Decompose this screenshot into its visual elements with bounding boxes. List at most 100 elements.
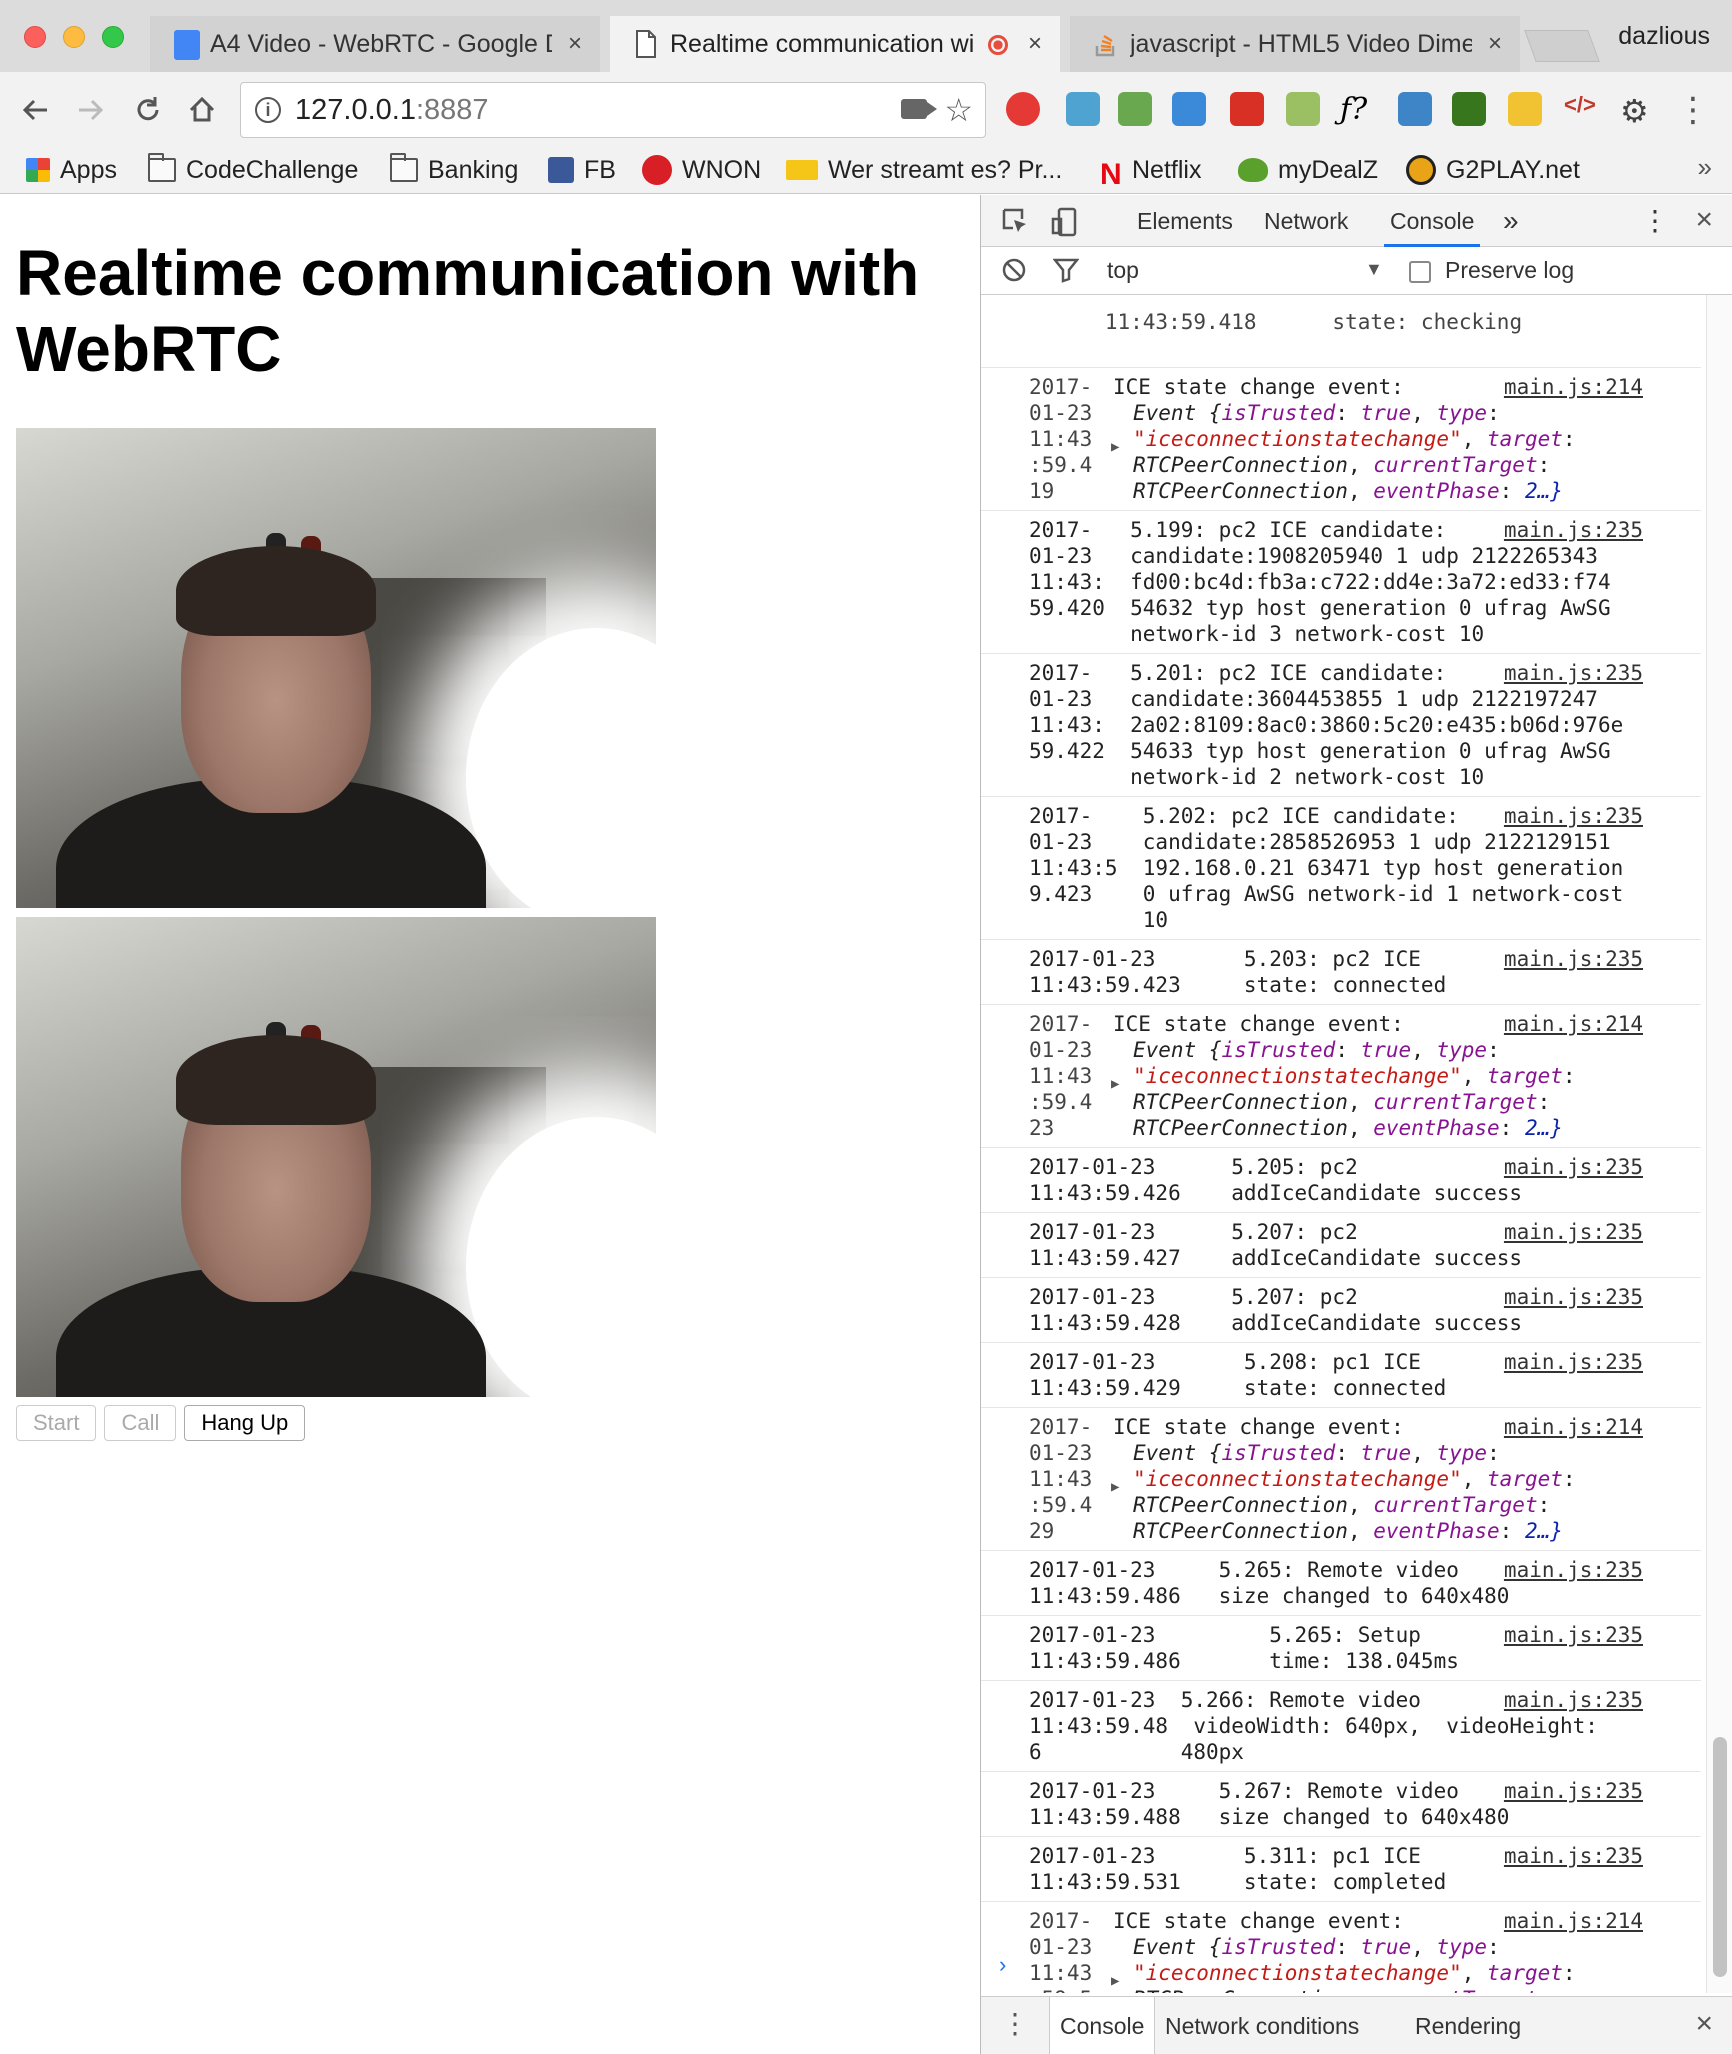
extension-badge-icon[interactable] (1066, 92, 1100, 126)
close-devtools-icon[interactable]: × (1695, 203, 1713, 237)
event-object-line[interactable]: 11:43 "iceconnectionstatechange", target: (1029, 1063, 1701, 1089)
start-button[interactable]: Start (16, 1405, 97, 1441)
message-line: 11:43:59.423 state: connected (1029, 973, 1447, 997)
bookmark-codechallenge[interactable]: CodeChallenge (148, 152, 358, 188)
profile-name[interactable]: dazlious (1618, 22, 1710, 51)
tab-console[interactable]: Console (1384, 195, 1481, 247)
source-link[interactable]: main.js:235 (1504, 1778, 1643, 1804)
source-link[interactable]: main.js:235 (1504, 1349, 1643, 1375)
bookmark-fb[interactable]: FB (548, 152, 616, 188)
url-text[interactable]: 127.0.0.1:8887 (295, 94, 489, 127)
hacker-icon[interactable] (1398, 92, 1432, 126)
info-icon[interactable]: i (255, 97, 281, 123)
drawer-tab-console[interactable]: Console (1049, 1997, 1156, 2054)
address-bar[interactable]: i 127.0.0.1:8887 ☆ (240, 82, 986, 138)
chart-ext-icon[interactable] (1452, 92, 1486, 126)
source-link[interactable]: main.js:235 (1504, 1557, 1643, 1583)
expand-triangle-icon[interactable]: ▶ (1111, 434, 1119, 460)
bookmark-g2play[interactable]: G2PLAY.net (1406, 152, 1580, 188)
source-link[interactable]: main.js:235 (1504, 803, 1643, 829)
tab-title: A4 Video - WebRTC - Google D (210, 29, 552, 58)
home-icon[interactable] (182, 90, 222, 130)
drawer-tab-network-conditions[interactable]: Network conditions (1165, 1997, 1359, 2054)
expand-triangle-icon[interactable]: ▶ (1111, 1474, 1119, 1500)
tab-javascript-video-dimensions[interactable]: javascript - HTML5 Video Dime × (1070, 16, 1520, 72)
close-icon[interactable]: × (1488, 30, 1502, 58)
source-link[interactable]: main.js:235 (1504, 1219, 1643, 1245)
tab-a4-video[interactable]: A4 Video - WebRTC - Google D × (150, 16, 600, 72)
skype-icon[interactable] (1172, 92, 1206, 126)
console-prompt-icon[interactable]: › (999, 1952, 1006, 1978)
cors-icon[interactable] (1230, 92, 1264, 126)
bookmark-mydealz[interactable]: myDealZ (1238, 152, 1378, 188)
expand-triangle-icon[interactable]: ▶ (1111, 1071, 1119, 1097)
hang-up-button[interactable]: Hang Up (184, 1405, 306, 1441)
chrome-menu-icon[interactable]: ⋮ (1676, 90, 1710, 130)
source-link[interactable]: main.js:214 (1504, 1414, 1643, 1440)
bookmarks-overflow-button[interactable]: » (1698, 152, 1712, 183)
forward-arrow-icon[interactable] (70, 90, 110, 130)
bookmark-netflix[interactable]: N Netflix (1100, 152, 1201, 192)
dropdown-arrow-icon[interactable]: ▼ (1365, 259, 1383, 280)
source-link[interactable]: main.js:235 (1504, 1284, 1643, 1310)
timestamp: 01-23 (1029, 1441, 1093, 1465)
reload-icon[interactable] (128, 90, 168, 130)
new-tab-button[interactable] (1524, 30, 1600, 62)
bookmark-wer-streamt-es[interactable]: Wer streamt es? Pr... (786, 152, 1062, 188)
punctuation: : (1562, 1467, 1576, 1491)
gear-icon[interactable]: ⚙ (1620, 92, 1654, 129)
tab-title: javascript - HTML5 Video Dime (1130, 29, 1472, 58)
code-icon[interactable]: </> (1564, 92, 1598, 126)
close-icon[interactable]: × (568, 30, 582, 58)
back-arrow-icon[interactable] (16, 90, 56, 130)
call-button[interactable]: Call (104, 1405, 177, 1441)
console-scrollbar[interactable] (1706, 295, 1732, 1993)
google-keep-icon[interactable] (1508, 92, 1542, 126)
more-tabs-icon[interactable]: » (1503, 195, 1519, 247)
source-link[interactable]: main.js:235 (1504, 1843, 1643, 1869)
preserve-log-checkbox[interactable] (1409, 261, 1431, 283)
tab-network[interactable]: Network (1264, 195, 1348, 247)
notes-icon[interactable] (1286, 92, 1320, 126)
clear-console-icon[interactable] (1001, 257, 1029, 285)
source-link[interactable]: main.js:235 (1504, 1687, 1643, 1713)
maximize-window-button[interactable] (102, 26, 124, 48)
bookmarks-bar: Apps CodeChallenge Banking FB WNON Wer s… (0, 148, 1732, 194)
event-object-line: 19 RTCPeerConnection, eventPhase: 2…} (1029, 478, 1701, 504)
source-link[interactable]: main.js:214 (1504, 1908, 1643, 1934)
bookmark-banking[interactable]: Banking (390, 152, 518, 188)
function-icon[interactable]: ƒ? (1340, 92, 1374, 127)
event-object-line[interactable]: 11:43 "iceconnectionstatechange", target: (1029, 1466, 1701, 1492)
camera-icon[interactable] (901, 99, 937, 119)
tab-realtime-communication[interactable]: Realtime communication wi × (610, 16, 1060, 72)
source-link[interactable]: main.js:214 (1504, 374, 1643, 400)
event-object-line[interactable]: 11:43 "iceconnectionstatechange", target: (1029, 1960, 1701, 1986)
bookmark-apps[interactable]: Apps (26, 152, 117, 188)
minimize-window-button[interactable] (63, 26, 85, 48)
context-selector[interactable]: top (1107, 257, 1139, 284)
source-link[interactable]: main.js:235 (1504, 517, 1643, 543)
evernote-icon[interactable] (1118, 92, 1152, 126)
devtools-menu-icon[interactable]: ⋮ (1641, 195, 1669, 247)
star-icon[interactable]: ☆ (944, 91, 973, 129)
source-link[interactable]: main.js:235 (1504, 1622, 1643, 1648)
source-link[interactable]: main.js:235 (1504, 660, 1643, 686)
bookmark-wnon[interactable]: WNON (642, 152, 761, 188)
close-window-button[interactable] (24, 26, 46, 48)
close-drawer-icon[interactable]: × (1695, 2007, 1713, 2041)
source-link[interactable]: main.js:214 (1504, 1011, 1643, 1037)
source-link[interactable]: main.js:235 (1504, 1154, 1643, 1180)
source-link[interactable]: main.js:235 (1504, 946, 1643, 972)
expand-triangle-icon[interactable]: ▶ (1111, 1968, 1119, 1993)
inspect-element-icon[interactable] (1001, 207, 1029, 235)
drawer-menu-icon[interactable]: ⋮ (1001, 2007, 1029, 2040)
filter-icon[interactable] (1052, 257, 1081, 285)
ublock-icon[interactable] (1006, 92, 1040, 126)
device-toolbar-icon[interactable] (1051, 207, 1079, 237)
console-filter-bar: top ▼ Preserve log (981, 247, 1732, 295)
timestamp: 2017- (1029, 1909, 1093, 1933)
close-icon[interactable]: × (1028, 30, 1042, 58)
tab-elements[interactable]: Elements (1137, 195, 1233, 247)
event-object-line[interactable]: 11:43 "iceconnectionstatechange", target: (1029, 426, 1701, 452)
drawer-tab-rendering[interactable]: Rendering (1415, 1997, 1521, 2054)
